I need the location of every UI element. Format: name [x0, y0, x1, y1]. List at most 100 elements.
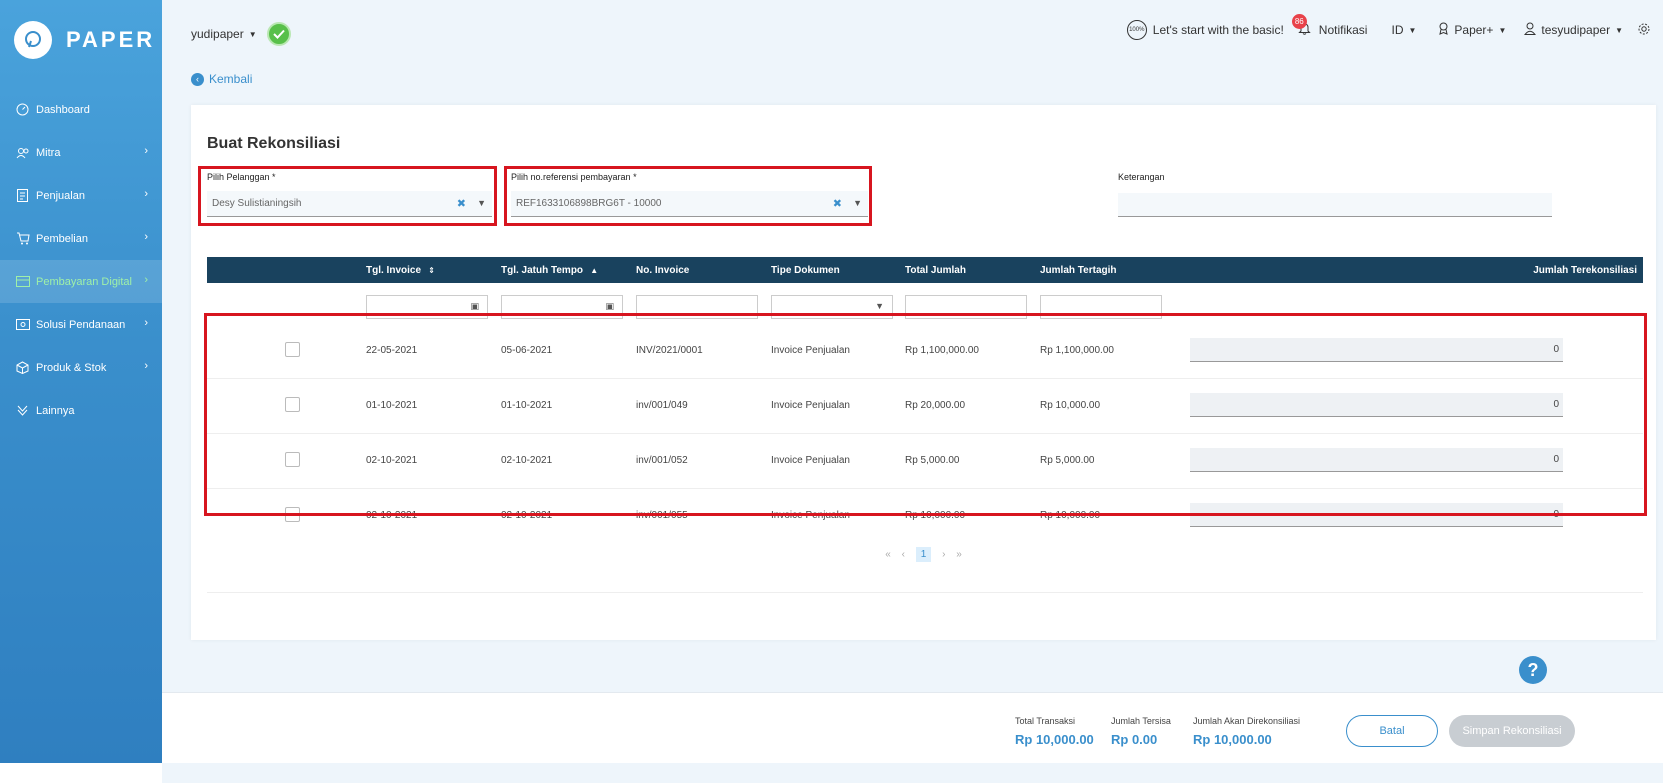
logo[interactable]: PAPER	[0, 0, 162, 80]
cart-icon	[15, 231, 30, 246]
highlight-box	[204, 313, 1647, 516]
sort-icon: ⇕	[423, 266, 435, 275]
sidebar-item-label: Dashboard	[36, 103, 90, 116]
page-1-button[interactable]: 1	[915, 547, 932, 562]
jumlah-tersisa-value: Rp 0.00	[1111, 732, 1158, 747]
caret-down-icon: ▼	[248, 29, 257, 39]
user-name: tesyudipaper	[1541, 23, 1611, 37]
footer-summary: Total Transaksi Rp 10,000.00 Jumlah Ters…	[162, 692, 1663, 763]
calendar-icon[interactable]: ▣	[470, 301, 479, 312]
sidebar-item-pembelian[interactable]: Pembelian ›	[0, 217, 162, 260]
language-label: ID	[1391, 23, 1404, 37]
cancel-button[interactable]: Batal	[1346, 715, 1438, 747]
last-page-button[interactable]: »	[956, 549, 962, 560]
sidebar-item-label: Penjualan	[36, 189, 85, 202]
col-label: Tgl. Jatuh Tempo	[501, 265, 584, 276]
company-switcher[interactable]: yudipaper ▼	[191, 22, 291, 46]
sidebar-item-label: Pembelian	[36, 232, 88, 245]
dashboard-icon	[15, 102, 30, 117]
sidebar-item-dashboard[interactable]: Dashboard	[0, 88, 162, 131]
save-reconciliation-button[interactable]: Simpan Rekonsiliasi	[1449, 715, 1575, 747]
card-icon	[15, 274, 30, 289]
top-right-menu: 100% Let's start with the basic! 86 Noti…	[1113, 14, 1651, 40]
table-header: Tgl. Invoice ⇕ Tgl. Jatuh Tempo ▲ No. In…	[207, 257, 1643, 283]
col-header-total: Total Jumlah	[905, 265, 966, 276]
language-selector[interactable]: ID ▼	[1391, 23, 1416, 37]
calendar-icon[interactable]: ▣	[605, 301, 614, 312]
first-page-button[interactable]: «	[885, 549, 891, 560]
gear-icon	[1637, 22, 1651, 39]
caret-down-icon: ▼	[1408, 25, 1417, 35]
company-name: yudipaper	[191, 27, 244, 41]
page-title: Buat Rekonsiliasi	[207, 135, 341, 152]
note-label: Keterangan	[1118, 172, 1165, 182]
total-transaksi-value: Rp 10,000.00	[1015, 732, 1094, 747]
award-icon	[1438, 22, 1449, 38]
sidebar-item-label: Pembayaran Digital	[36, 275, 132, 288]
sort-up-icon: ▲	[585, 266, 599, 275]
col-header-tipe: Tipe Dokumen	[771, 265, 840, 276]
caret-down-icon: ▼	[875, 301, 884, 311]
col-header-no-invoice: No. Invoice	[636, 265, 690, 276]
jumlah-akan-direkonsiliasi: Jumlah Akan Direkonsiliasi Rp 10,000.00	[1193, 716, 1300, 747]
verified-icon	[266, 22, 291, 46]
sidebar-item-solusi-pendanaan[interactable]: Solusi Pendanaan ›	[0, 303, 162, 346]
note-input[interactable]	[1118, 193, 1552, 217]
notification-label: Notifikasi	[1318, 23, 1368, 37]
bell-icon: 86	[1291, 14, 1311, 38]
notification-count-badge: 86	[1291, 14, 1307, 29]
notification-button[interactable]: 86 Notifikasi	[1291, 14, 1368, 38]
brand-name: PAPER	[66, 27, 156, 52]
help-button[interactable]: ?	[1519, 656, 1547, 684]
caret-down-icon: ▼	[1498, 25, 1507, 35]
chevron-right-icon: ›	[144, 231, 148, 243]
col-header-terekonsiliasi: Jumlah Terekonsiliasi	[1533, 265, 1637, 276]
settings-button[interactable]	[1637, 22, 1651, 39]
sidebar-item-mitra[interactable]: Mitra ›	[0, 131, 162, 174]
money-icon	[15, 317, 30, 332]
col-header-jatuh-tempo[interactable]: Tgl. Jatuh Tempo ▲	[501, 265, 598, 276]
next-page-button[interactable]: ›	[942, 549, 945, 560]
sidebar-item-label: Mitra	[36, 146, 61, 159]
getting-started-link[interactable]: 100% Let's start with the basic!	[1126, 20, 1284, 40]
plan-selector[interactable]: Paper+ ▼	[1438, 22, 1506, 38]
chevron-right-icon: ›	[144, 188, 148, 200]
main-area: yudipaper ▼ 100% Let's start with the ba…	[162, 0, 1663, 783]
users-icon	[15, 145, 30, 160]
paper-logo-icon	[14, 21, 52, 59]
sidebar-item-lainnya[interactable]: Lainnya	[0, 389, 162, 432]
sidebar-item-label: Solusi Pendanaan	[36, 318, 126, 331]
user-icon	[1524, 22, 1537, 38]
sidebar: PAPER Dashboard Mitra › Penjualan › Pemb…	[0, 0, 162, 763]
total-transaksi-label: Total Transaksi	[1015, 716, 1076, 726]
topbar: yudipaper ▼ 100% Let's start with the ba…	[162, 0, 1663, 62]
reconciliation-form-card: Buat Rekonsiliasi Pilih Pelanggan * Desy…	[191, 105, 1656, 640]
document-icon	[15, 188, 30, 203]
sidebar-item-penjualan[interactable]: Penjualan ›	[0, 174, 162, 217]
getting-started-label: Let's start with the basic!	[1152, 23, 1284, 37]
progress-badge-icon: 100%	[1126, 20, 1147, 40]
highlight-box	[198, 166, 497, 226]
chevron-right-icon: ›	[144, 274, 148, 286]
jumlah-tersisa-label: Jumlah Tersisa	[1111, 716, 1171, 726]
back-link[interactable]: ‹ Kembali	[191, 72, 252, 86]
pagination: « ‹ 1 › »	[191, 547, 1656, 562]
jumlah-akan-direkonsiliasi-label: Jumlah Akan Direkonsiliasi	[1193, 716, 1301, 726]
user-menu[interactable]: tesyudipaper ▼	[1524, 22, 1623, 38]
plan-label: Paper+	[1454, 23, 1494, 37]
back-label: Kembali	[209, 72, 253, 86]
box-icon	[15, 360, 30, 375]
chevron-right-icon: ›	[144, 145, 148, 157]
sidebar-item-pembayaran-digital[interactable]: Pembayaran Digital ›	[0, 260, 162, 303]
more-icon	[15, 403, 30, 418]
jumlah-tersisa: Jumlah Tersisa Rp 0.00	[1111, 716, 1171, 747]
sidebar-item-produk-stok[interactable]: Produk & Stok ›	[0, 346, 162, 389]
prev-page-button[interactable]: ‹	[902, 549, 905, 560]
col-header-tgl-invoice[interactable]: Tgl. Invoice ⇕	[366, 265, 435, 276]
col-label: Tgl. Invoice	[366, 265, 422, 276]
sidebar-item-label: Produk & Stok	[36, 361, 107, 374]
sidebar-item-label: Lainnya	[36, 404, 75, 417]
col-header-tertagih: Jumlah Tertagih	[1040, 265, 1117, 276]
chevron-left-icon: ‹	[191, 72, 204, 86]
total-transaksi: Total Transaksi Rp 10,000.00	[1015, 716, 1094, 747]
